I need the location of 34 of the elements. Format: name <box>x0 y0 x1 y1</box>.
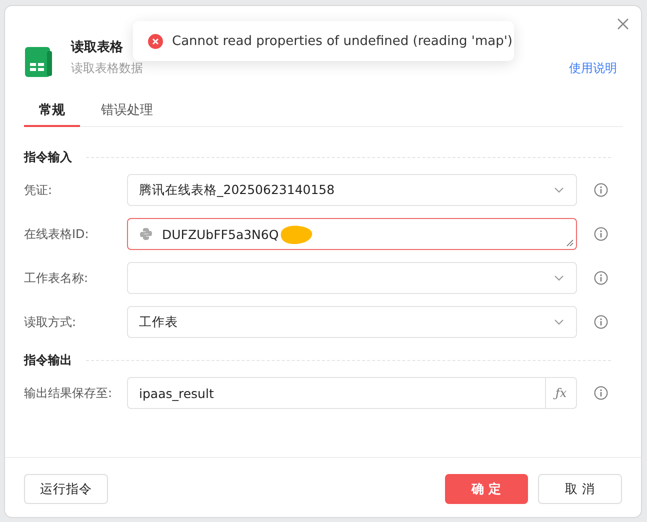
function-button[interactable]: ƒx <box>545 378 576 408</box>
field-label: 工作表名称: <box>24 270 90 286</box>
tab[interactable]: 常规 <box>24 101 80 127</box>
help-link[interactable]: 使用说明 <box>569 60 617 77</box>
chevron-down-icon <box>554 187 564 193</box>
close-icon[interactable] <box>617 18 629 30</box>
python-icon <box>139 227 153 241</box>
input-field[interactable]: ipaas_result ƒx <box>127 377 577 409</box>
section-title: 指令输入 <box>24 149 72 166</box>
cancel-button[interactable]: 取 消 <box>538 474 622 504</box>
select-field[interactable] <box>127 262 577 294</box>
info-icon[interactable] <box>594 315 608 329</box>
toast-message: Cannot read properties of undefined (reading 'map') <box>172 34 512 48</box>
info-icon[interactable] <box>594 183 608 197</box>
resize-handle-icon[interactable] <box>566 239 574 247</box>
field-label: 在线表格ID: <box>24 226 90 242</box>
field-label: 凭证: <box>24 182 54 198</box>
chevron-down-icon <box>554 275 564 281</box>
select-field[interactable]: 腾讯在线表格_20250623140158 <box>127 174 577 206</box>
section-title: 指令输出 <box>24 352 72 369</box>
error-icon <box>148 34 163 48</box>
spreadsheet-icon <box>25 47 53 77</box>
info-icon[interactable] <box>594 386 608 400</box>
chevron-down-icon <box>554 319 564 325</box>
tab[interactable]: 错误处理 <box>86 101 168 127</box>
dialog-subtitle: 读取表格数据 <box>71 60 143 77</box>
run-command-button[interactable]: 运行指令 <box>24 474 108 504</box>
field-label: 输出结果保存至: <box>24 384 114 402</box>
field-label: 读取方式: <box>24 314 78 330</box>
dialog-title: 读取表格 <box>71 39 123 56</box>
select-field[interactable]: 工作表 <box>127 306 577 338</box>
input-field[interactable]: DUFZUbFF5a3N6Q <box>127 218 577 250</box>
info-icon[interactable] <box>594 227 608 241</box>
info-icon[interactable] <box>594 271 608 285</box>
